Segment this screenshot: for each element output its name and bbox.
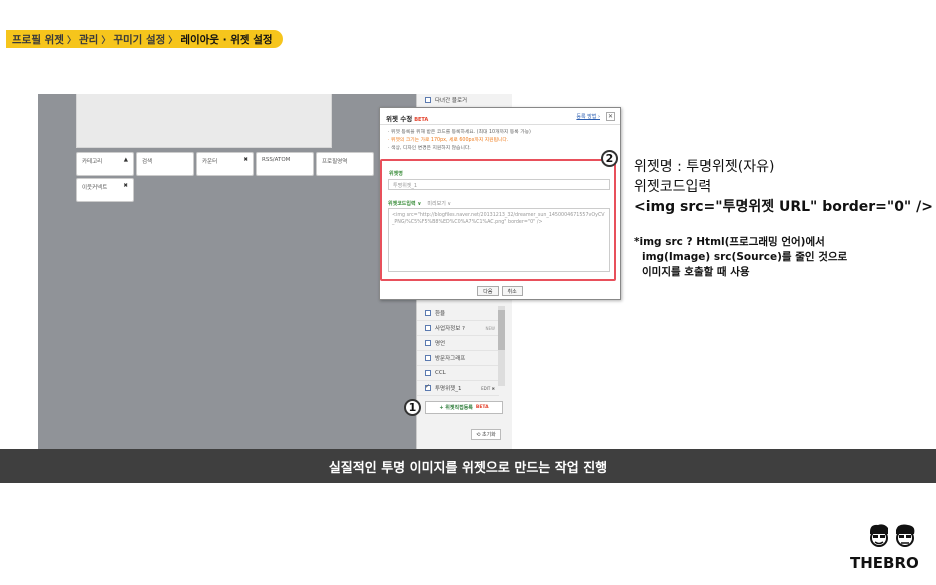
- checkbox[interactable]: [425, 355, 431, 361]
- widget-list-item[interactable]: 환율: [417, 306, 499, 321]
- annotation: 위젯명 : 투명위젯(자유) 위젯코드입력 <img src="투명위젯 URL…: [634, 157, 933, 217]
- thebro-logo: THEBRO: [850, 522, 932, 574]
- checkbox[interactable]: [425, 310, 431, 316]
- annotation-code: <img src="투명위젯 URL" border="0" />: [634, 199, 933, 215]
- note-line: · 위젯 등록을 위해 받은 코드를 등록하세요. (최대 10개까지 등록 가…: [388, 130, 531, 135]
- collapse-icon[interactable]: ▲: [124, 157, 128, 171]
- annotation-line: 위젯명 : 투명위젯(자유): [634, 159, 775, 175]
- widget-list-scrollbar[interactable]: [498, 306, 505, 386]
- widget-list-label: 다녀간 블로거: [435, 98, 468, 104]
- widget-label: 이웃커넥트: [82, 185, 108, 191]
- help-link[interactable]: 등록 방법 ›: [576, 113, 600, 120]
- next-button[interactable]: 다음: [477, 286, 499, 296]
- breadcrumb-separator: 〉: [101, 35, 111, 46]
- widget-list-item[interactable]: 사업자정보 ? NEW: [417, 321, 499, 336]
- widget-list-item[interactable]: 다녀간 블로거: [425, 96, 467, 104]
- breadcrumb: 프로필 위젯 〉 관리 〉 꾸미기 설정 〉 레이아웃 · 위젯 설정: [6, 30, 283, 48]
- logo-text: THEBRO: [850, 554, 919, 572]
- annotation-line: 위젯코드입력: [634, 179, 712, 195]
- remove-icon[interactable]: ✖: [243, 157, 248, 171]
- checkbox[interactable]: [425, 340, 431, 346]
- annotation-note: *img src ? Html(프로그래밍 언어)에서 img(Image) s…: [634, 235, 847, 280]
- dialog-buttons: 다음 취소: [380, 286, 620, 296]
- tab-preview[interactable]: 미리보기 ∨: [427, 200, 451, 207]
- layout-preview-box: [76, 94, 332, 148]
- tab-code-input[interactable]: 위젯코드입력 ∨: [388, 200, 421, 207]
- widget-category[interactable]: 카테고리 ▲: [76, 152, 134, 176]
- widget-list-label: 환율: [435, 311, 446, 317]
- breadcrumb-item-profile-widget[interactable]: 프로필 위젯: [12, 32, 64, 47]
- widget-name-input[interactable]: 투명위젯_1: [388, 179, 610, 190]
- cancel-button[interactable]: 취소: [501, 286, 523, 296]
- add-widget-label: + 위젯직접등록: [439, 405, 473, 411]
- widget-label: 검색: [142, 159, 153, 165]
- widget-code-textarea[interactable]: <img src="http://blogfiles.naver.net/201…: [388, 208, 610, 272]
- note-line: img(Image) src(Source)를 줄인 것으로: [642, 251, 848, 263]
- checkbox-checked[interactable]: [425, 383, 431, 391]
- widget-list-item[interactable]: 명언: [417, 336, 499, 351]
- close-icon[interactable]: ✕: [606, 112, 615, 121]
- page: 프로필 위젯 〉 관리 〉 꾸미기 설정 〉 레이아웃 · 위젯 설정 카테고리…: [0, 0, 936, 585]
- note-line: 이미지를 호출할 때 사용: [642, 266, 750, 278]
- widget-name-label: 위젯명: [389, 171, 403, 177]
- note-line: · 색상, 디자인 변경은 지원하지 않습니다.: [388, 146, 471, 151]
- beta-badge: BETA: [414, 117, 429, 123]
- breadcrumb-item-manage[interactable]: 관리: [79, 32, 98, 47]
- add-widget-button[interactable]: + 위젯직접등록 BETA: [425, 401, 503, 414]
- widget-label: RSS/ATOM: [262, 157, 291, 163]
- note-line: · 위젯의 크기는 가로 170px, 세로 600px까지 지원됩니다.: [388, 138, 509, 143]
- step-marker-1: 1: [404, 399, 421, 416]
- scrollbar-thumb[interactable]: [498, 310, 505, 350]
- widget-list-item[interactable]: CCL: [417, 366, 499, 381]
- widget-list-item[interactable]: 방문자그래프: [417, 351, 499, 366]
- widget-label: 카테고리: [82, 159, 103, 165]
- widget-list-label: 방문자그래프: [435, 356, 466, 362]
- widget-rss[interactable]: RSS/ATOM: [256, 152, 314, 176]
- step-marker-2: 2: [601, 150, 618, 167]
- checkbox[interactable]: [425, 97, 431, 103]
- widget-counter[interactable]: 카운터 ✖: [196, 152, 254, 176]
- widget-search[interactable]: 검색: [136, 152, 194, 176]
- new-badge: NEW: [485, 325, 495, 331]
- widget-label: 프로필영역: [322, 159, 348, 165]
- dialog-title: 위젯 수정 BETA: [386, 113, 428, 123]
- dialog-notes: · 위젯 등록을 위해 받은 코드를 등록하세요. (최대 10개까지 등록 가…: [388, 129, 531, 153]
- widget-list: 환율 사업자정보 ? NEW 명언 방문자그래프 CCL 투명위젯_1 EDIT ✖: [417, 306, 499, 396]
- divider: [380, 124, 620, 125]
- breadcrumb-item-decorate[interactable]: 꾸미기 설정: [113, 32, 165, 47]
- breadcrumb-separator: 〉: [168, 35, 178, 46]
- widget-profile[interactable]: 프로필영역: [316, 152, 374, 176]
- widget-list-label: 투명위젯_1: [435, 386, 462, 392]
- breadcrumb-current: 레이아웃 · 위젯 설정: [180, 33, 273, 46]
- reset-button[interactable]: ⟲ 초기화: [471, 429, 501, 440]
- note-line: *img src ? Html(프로그래밍 언어)에서: [634, 236, 825, 248]
- widget-list-label: 사업자정보 ?: [435, 326, 465, 332]
- widget-list-label: 명언: [435, 341, 446, 347]
- widget-neighbor-connect[interactable]: 이웃커넥트 ✖: [76, 178, 134, 202]
- dialog-title-text: 위젯 수정: [386, 115, 413, 123]
- beta-badge: BETA: [475, 405, 489, 410]
- code-tabs: 위젯코드입력 ∨ 미리보기 ∨: [388, 200, 451, 207]
- checkbox[interactable]: [425, 370, 431, 376]
- edit-remove-controls[interactable]: EDIT ✖: [481, 386, 495, 391]
- breadcrumb-separator: 〉: [66, 35, 76, 46]
- widget-list-item[interactable]: 투명위젯_1 EDIT ✖: [417, 381, 499, 396]
- widget-list-label: CCL: [435, 370, 446, 376]
- remove-icon[interactable]: ✖: [123, 183, 128, 197]
- widget-label: 카운터: [202, 159, 218, 165]
- caption-bar: 실질적인 투명 이미지를 위젯으로 만드는 작업 진행: [0, 449, 936, 483]
- widget-edit-dialog: 위젯 수정 BETA 등록 방법 › ✕ · 위젯 등록을 위해 받은 코드를 등…: [379, 107, 621, 300]
- mascot-icon: [870, 524, 915, 547]
- checkbox[interactable]: [425, 325, 431, 331]
